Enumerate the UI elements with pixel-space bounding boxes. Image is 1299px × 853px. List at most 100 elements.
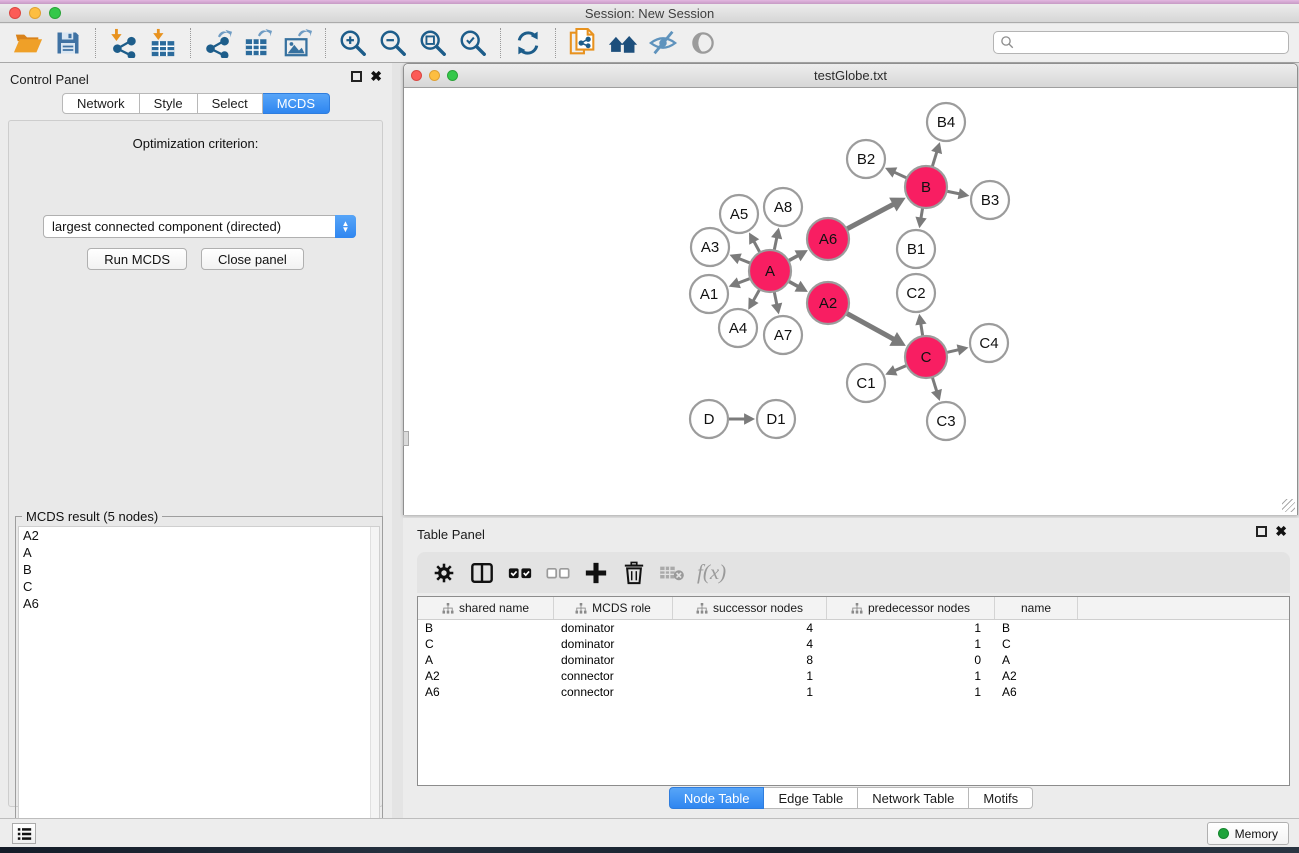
import-network-button[interactable] (103, 26, 143, 60)
graph-node-A1[interactable]: A1 (690, 275, 728, 313)
zoom-window-button[interactable] (49, 7, 61, 19)
float-table-panel-icon[interactable] (1256, 526, 1267, 537)
graph-node-A5[interactable]: A5 (720, 195, 758, 233)
tab-mcds[interactable]: MCDS (263, 93, 330, 114)
cell-successor-nodes[interactable]: 8 (673, 653, 827, 667)
window-resize-grip[interactable] (1282, 499, 1295, 512)
optimization-criterion-dropdown[interactable]: largest connected component (directed) ▲… (43, 215, 356, 238)
network-minimize-button[interactable] (429, 70, 440, 81)
export-table-button[interactable] (238, 26, 278, 60)
column-header-predecessor-nodes[interactable]: predecessor nodes (827, 597, 995, 619)
graph-node-D[interactable]: D (690, 400, 728, 438)
graph-node-B1[interactable]: B1 (897, 230, 935, 268)
cell-MCDS-role[interactable]: dominator (554, 637, 673, 651)
cell-name[interactable]: B (995, 621, 1078, 635)
zoom-in-button[interactable] (333, 26, 373, 60)
graph-node-A6[interactable]: A6 (807, 218, 849, 260)
zoom-out-button[interactable] (373, 26, 413, 60)
table-row[interactable]: Bdominator41B (418, 620, 1289, 636)
cell-MCDS-role[interactable]: connector (554, 669, 673, 683)
network-close-button[interactable] (411, 70, 422, 81)
cell-shared-name[interactable]: A6 (418, 685, 554, 699)
graph-node-B[interactable]: B (905, 166, 947, 208)
graph-node-A8[interactable]: A8 (764, 188, 802, 226)
clone-network-button[interactable] (563, 26, 603, 60)
cell-shared-name[interactable]: A (418, 653, 554, 667)
float-panel-icon[interactable] (351, 71, 362, 82)
minimize-window-button[interactable] (29, 7, 41, 19)
table-tab-edge-table[interactable]: Edge Table (764, 787, 858, 809)
column-header-name[interactable]: name (995, 597, 1078, 619)
close-panel-icon[interactable]: ✖ (370, 68, 382, 84)
graph-node-D1[interactable]: D1 (757, 400, 795, 438)
graph-node-A4[interactable]: A4 (719, 309, 757, 347)
cell-shared-name[interactable]: C (418, 637, 554, 651)
close-window-button[interactable] (9, 7, 21, 19)
mcds-result-item[interactable]: C (19, 578, 379, 595)
settings-gear-button[interactable] (429, 558, 459, 588)
graph-node-C[interactable]: C (905, 336, 947, 378)
mcds-result-item[interactable]: A2 (19, 527, 379, 544)
cell-name[interactable]: A6 (995, 685, 1078, 699)
mcds-result-item[interactable]: A6 (19, 595, 379, 612)
close-panel-button[interactable]: Close panel (201, 248, 304, 270)
open-session-button[interactable] (8, 26, 48, 60)
search-box[interactable] (993, 31, 1289, 54)
cell-successor-nodes[interactable]: 1 (673, 685, 827, 699)
column-header-successor-nodes[interactable]: successor nodes (673, 597, 827, 619)
cell-predecessor-nodes[interactable]: 0 (827, 653, 995, 667)
graph-node-C4[interactable]: C4 (970, 324, 1008, 362)
cell-name[interactable]: A2 (995, 669, 1078, 683)
graph-node-C3[interactable]: C3 (927, 402, 965, 440)
search-input[interactable] (1015, 36, 1282, 50)
table-row[interactable]: Adominator80A (418, 652, 1289, 668)
cell-MCDS-role[interactable]: dominator (554, 621, 673, 635)
graph-node-A[interactable]: A (749, 250, 791, 292)
home-layout-button[interactable] (603, 26, 643, 60)
task-history-button[interactable] (12, 823, 36, 844)
table-tab-motifs[interactable]: Motifs (969, 787, 1033, 809)
network-window-titlebar[interactable]: testGlobe.txt (404, 64, 1297, 88)
refresh-view-button[interactable] (508, 26, 548, 60)
cell-predecessor-nodes[interactable]: 1 (827, 669, 995, 683)
tab-style[interactable]: Style (140, 93, 198, 114)
graph-node-B3[interactable]: B3 (971, 181, 1009, 219)
run-mcds-button[interactable]: Run MCDS (87, 248, 187, 270)
save-session-button[interactable] (48, 26, 88, 60)
select-all-columns-button[interactable] (505, 558, 535, 588)
table-tab-node-table[interactable]: Node Table (669, 787, 765, 809)
graph-node-B2[interactable]: B2 (847, 140, 885, 178)
cell-name[interactable]: C (995, 637, 1078, 651)
cell-MCDS-role[interactable]: connector (554, 685, 673, 699)
cell-predecessor-nodes[interactable]: 1 (827, 637, 995, 651)
import-table-button[interactable] (143, 26, 183, 60)
network-zoom-button[interactable] (447, 70, 458, 81)
export-image-button[interactable] (278, 26, 318, 60)
table-row[interactable]: Cdominator41C (418, 636, 1289, 652)
tab-network[interactable]: Network (62, 93, 140, 114)
cell-successor-nodes[interactable]: 1 (673, 669, 827, 683)
table-row[interactable]: A6connector11A6 (418, 684, 1289, 700)
graph-node-C2[interactable]: C2 (897, 274, 935, 312)
graph-node-C1[interactable]: C1 (847, 364, 885, 402)
graph-node-A2[interactable]: A2 (807, 282, 849, 324)
close-table-panel-icon[interactable]: ✖ (1275, 523, 1287, 539)
cell-shared-name[interactable]: B (418, 621, 554, 635)
zoom-selected-button[interactable] (453, 26, 493, 60)
column-header-MCDS-role[interactable]: MCDS role (554, 597, 673, 619)
tab-select[interactable]: Select (198, 93, 263, 114)
column-header-shared-name[interactable]: shared name (418, 597, 554, 619)
memory-button[interactable]: Memory (1207, 822, 1289, 845)
mcds-result-item[interactable]: A (19, 544, 379, 561)
hide-selected-button[interactable] (643, 26, 683, 60)
function-builder-button[interactable]: f(x) (697, 560, 726, 585)
table-tab-network-table[interactable]: Network Table (858, 787, 969, 809)
result-scrollbar[interactable] (370, 527, 379, 853)
deselect-all-columns-button[interactable] (543, 558, 573, 588)
splitter-handle[interactable] (403, 431, 409, 446)
mcds-result-item[interactable]: B (19, 561, 379, 578)
network-canvas[interactable]: B4B2BB3A8A5A6A3B1AC2A1A2A4A7C4CC1DD1C3 (404, 88, 1297, 515)
delete-columns-button[interactable] (619, 558, 649, 588)
cell-predecessor-nodes[interactable]: 1 (827, 685, 995, 699)
table-row[interactable]: A2connector11A2 (418, 668, 1289, 684)
